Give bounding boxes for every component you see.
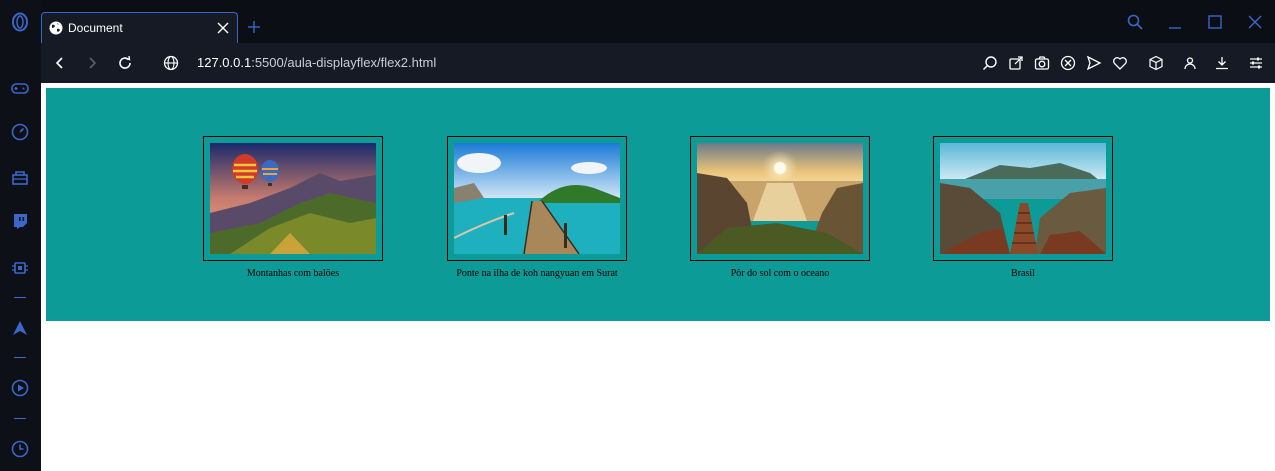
send-icon[interactable] xyxy=(1084,53,1104,73)
tab-title: Document xyxy=(68,21,123,35)
globe-icon xyxy=(49,21,63,35)
sidebar-divider xyxy=(14,297,26,298)
url-field[interactable]: 127.0.0.1:5500/aula-displayflex/flex2.ht… xyxy=(197,55,436,70)
download-icon[interactable] xyxy=(1212,53,1232,73)
arrow-left-icon xyxy=(55,57,63,69)
arrow-right-icon xyxy=(89,57,97,69)
hot-air-balloons-photo xyxy=(210,143,376,254)
url-host: 127.0.0.1 xyxy=(197,55,252,70)
stairs-to-beach-photo xyxy=(940,143,1106,254)
image-frame xyxy=(203,136,383,261)
search-tabs-icon[interactable] xyxy=(1123,10,1147,34)
cube-icon[interactable] xyxy=(1146,53,1166,73)
page-viewport: Montanhas com balões Ponte na ilha de ko… xyxy=(41,83,1275,471)
player-icon[interactable] xyxy=(9,377,31,399)
maximize-button[interactable] xyxy=(1203,10,1227,34)
heart-icon[interactable] xyxy=(1110,53,1130,73)
pier-island-photo xyxy=(454,143,620,254)
sidebar-divider xyxy=(14,357,26,358)
reload-icon xyxy=(119,55,131,69)
adblock-icon[interactable] xyxy=(1058,53,1078,73)
tab-document[interactable]: Document xyxy=(41,12,238,43)
speed-dial-icon[interactable] xyxy=(9,121,31,143)
close-tab-icon[interactable] xyxy=(212,17,234,39)
image-caption: Ponte na ilha de koh nangyuan em Surat xyxy=(456,268,618,279)
site-info-icon[interactable] xyxy=(160,52,182,74)
url-path: :5500/aula-displayflex/flex2.html xyxy=(251,55,437,70)
profile-icon[interactable] xyxy=(1180,53,1200,73)
share-icon[interactable] xyxy=(1006,53,1026,73)
new-tab-button[interactable] xyxy=(243,16,265,38)
twitch-icon[interactable] xyxy=(9,210,31,232)
image-frame xyxy=(447,136,627,261)
image-frame xyxy=(690,136,870,261)
minimize-button[interactable] xyxy=(1163,10,1187,34)
ocean-sunset-photo xyxy=(697,143,863,254)
sidebar-divider xyxy=(14,418,26,419)
search-page-icon[interactable] xyxy=(980,53,1000,73)
address-bar: 127.0.0.1:5500/aula-displayflex/flex2.ht… xyxy=(41,43,1275,83)
flex-container: Montanhas com balões Ponte na ilha de ko… xyxy=(46,88,1270,321)
shopping-bag-icon[interactable] xyxy=(9,166,31,188)
image-card: Montanhas com balões xyxy=(203,136,383,279)
settings-sliders-icon[interactable] xyxy=(1246,53,1266,73)
forward-button[interactable] xyxy=(81,52,103,74)
plus-icon xyxy=(248,21,260,33)
history-icon[interactable] xyxy=(9,438,31,460)
gamepad-icon[interactable] xyxy=(9,77,31,99)
snapshot-icon[interactable] xyxy=(1032,53,1052,73)
image-caption: Pôr do sol com o oceano xyxy=(730,268,830,279)
aria-icon[interactable] xyxy=(9,317,31,339)
browser-sidebar xyxy=(0,0,41,471)
reload-button[interactable] xyxy=(114,52,136,74)
image-card: Brasil xyxy=(933,136,1113,279)
tab-bar: Document xyxy=(41,0,1275,43)
opera-logo-icon[interactable] xyxy=(9,11,31,33)
image-card: Pôr do sol com o oceano xyxy=(690,136,870,279)
back-button[interactable] xyxy=(49,52,71,74)
image-frame xyxy=(933,136,1113,261)
close-window-button[interactable] xyxy=(1243,10,1267,34)
image-caption: Brasil xyxy=(1011,268,1035,279)
image-caption: Montanhas com balões xyxy=(246,268,340,279)
image-card: Ponte na ilha de koh nangyuan em Surat xyxy=(447,136,627,279)
chip-icon[interactable] xyxy=(9,257,31,279)
